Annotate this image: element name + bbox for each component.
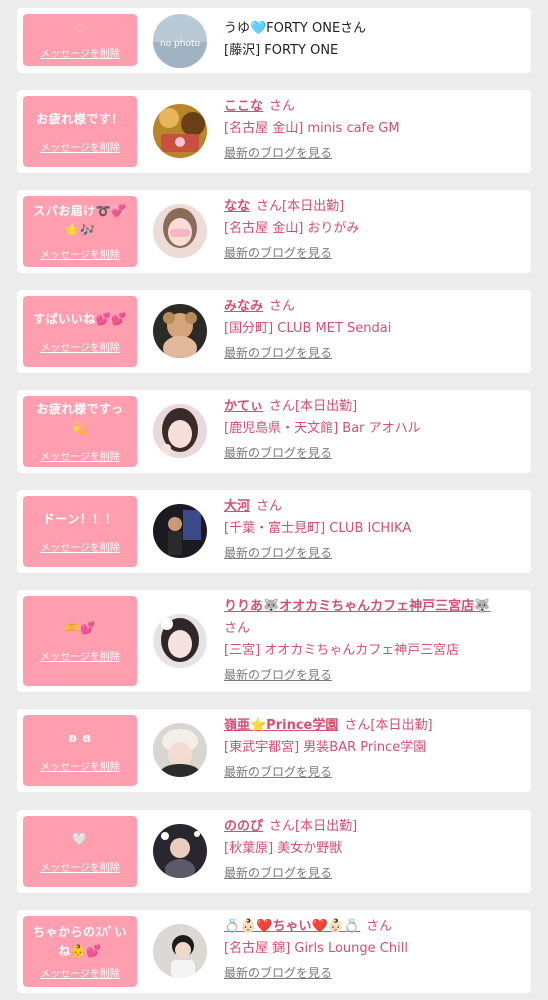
- shop-name: [名古屋 錦] Girls Lounge Chill: [224, 941, 408, 956]
- user-info: りりあ🐺オオカミちゃんカフェ神戸三宮店🐺 さん [三宮] オオカミちゃんカフェ神…: [224, 596, 523, 686]
- user-name[interactable]: 💍👶🏻❤️ちゃい❤️👶🏻💍: [224, 919, 360, 934]
- message-card: ちゃからのｽﾊﾟいね👶💕 メッセージを削除 💍👶🏻❤️ちゃい❤️👶🏻💍 さん [名…: [17, 910, 531, 993]
- user-name[interactable]: かてぃ: [224, 399, 263, 414]
- message-text: ドーン！！！: [42, 511, 118, 526]
- honorific: さん[本日出勤]: [269, 399, 358, 414]
- latest-blog-link[interactable]: 最新のブログを見る: [224, 962, 523, 984]
- delete-message-link[interactable]: メッセージを削除: [40, 539, 120, 554]
- user-info: 大河 さん [千葉・富士見町] CLUB ICHIKA 最新のブログを見る: [224, 496, 523, 564]
- message-text: 🤍: [72, 831, 88, 846]
- user-info: みなみ さん [国分町] CLUB MET Sendai 最新のブログを見る: [224, 296, 523, 364]
- message-card: 🫶💕 メッセージを削除 りりあ🐺オオカミちゃんカフェ神戸三宮店🐺 さん [三宮]…: [17, 590, 531, 692]
- message-text: お疲れ様ですっ💫: [36, 402, 124, 435]
- delete-message-link[interactable]: メッセージを削除: [40, 965, 120, 980]
- message-bubble: お疲れ様です！ メッセージを削除: [23, 96, 137, 167]
- avatar[interactable]: [153, 104, 207, 158]
- latest-blog-link[interactable]: 最新のブログを見る: [224, 542, 523, 564]
- message-bubble: スパお届け➰💞⭐🎶 メッセージを削除: [23, 196, 137, 267]
- delete-message-link[interactable]: メッセージを削除: [40, 139, 120, 154]
- avatar[interactable]: [153, 824, 207, 878]
- delete-message-link[interactable]: メッセージを削除: [40, 339, 120, 354]
- delete-message-link[interactable]: メッセージを削除: [40, 648, 120, 663]
- shop-name: [秋葉原] 美女か野獣: [224, 841, 343, 856]
- user-info: ののぴ さん[本日出勤] [秋葉原] 美女か野獣 最新のブログを見る: [224, 816, 523, 884]
- message-bubble: ʚ ɞ メッセージを削除: [23, 715, 137, 786]
- user-name[interactable]: みなみ: [224, 299, 263, 314]
- honorific: さん[本日出勤]: [269, 819, 358, 834]
- shop-name: [国分町] CLUB MET Sendai: [224, 321, 392, 336]
- message-card: お疲れ様ですっ💫 メッセージを削除 かてぃ さん[本日出勤] [鹿児島県・天文館]…: [17, 390, 531, 473]
- avatar[interactable]: [153, 614, 207, 668]
- shop-name: [藤沢] FORTY ONE: [224, 43, 339, 58]
- latest-blog-link[interactable]: 最新のブログを見る: [224, 761, 523, 783]
- avatar[interactable]: [153, 304, 207, 358]
- user-info: なな さん[本日出勤] [名古屋 金山] おりがみ 最新のブログを見る: [224, 196, 523, 264]
- latest-blog-link[interactable]: 最新のブログを見る: [224, 442, 523, 464]
- honorific: さん: [269, 299, 296, 314]
- user-name[interactable]: うゆ🩵FORTY ONEさん: [224, 21, 366, 36]
- shop-name: [名古屋 金山] おりがみ: [224, 221, 360, 236]
- delete-message-link[interactable]: メッセージを削除: [40, 758, 120, 773]
- message-text: ʚ ɞ: [68, 730, 92, 745]
- latest-blog-link[interactable]: 最新のブログを見る: [224, 342, 523, 364]
- honorific: さん: [366, 919, 393, 934]
- avatar[interactable]: [153, 204, 207, 258]
- honorific: さん: [269, 99, 296, 114]
- honorific: さん[本日出勤]: [344, 718, 433, 733]
- shop-name: [東武宇都宮] 男装BAR Prince学園: [224, 740, 427, 755]
- user-info: 💍👶🏻❤️ちゃい❤️👶🏻💍 さん [名古屋 錦] Girls Lounge Chi…: [224, 916, 523, 984]
- delete-message-link[interactable]: メッセージを削除: [40, 859, 120, 874]
- message-text: お疲れ様です！: [36, 111, 124, 126]
- message-bubble: 🫶💕 メッセージを削除: [23, 596, 137, 686]
- user-info: 嶺亜⭐Prince学園 さん[本日出勤] [東武宇都宮] 男装BAR Prince…: [224, 715, 523, 783]
- user-info: かてぃ さん[本日出勤] [鹿児島県・天文館] Bar アオハル 最新のブログを見…: [224, 396, 523, 464]
- message-card: スパお届け➰💞⭐🎶 メッセージを削除 なな さん[本日出勤] [名古屋 金山] お…: [17, 190, 531, 273]
- message-text: スパお届け➰💞⭐🎶: [33, 204, 127, 237]
- delete-message-link[interactable]: メッセージを削除: [40, 448, 120, 463]
- message-bubble: ドーン！！！ メッセージを削除: [23, 496, 137, 567]
- avatar[interactable]: [153, 723, 207, 777]
- user-name[interactable]: 大河: [224, 499, 250, 514]
- message-text: ちゃからのｽﾊﾟいね👶💕: [32, 925, 127, 958]
- message-bubble: お疲れ様ですっ💫 メッセージを削除: [23, 396, 137, 467]
- shop-name: [鹿児島県・天文館] Bar アオハル: [224, 421, 421, 436]
- user-info: ここな さん [名古屋 金山] minis cafe GM 最新のブログを見る: [224, 96, 523, 164]
- shop-name: [千葉・富士見町] CLUB ICHIKA: [224, 521, 412, 536]
- user-name[interactable]: ののぴ: [224, 819, 263, 834]
- user-name[interactable]: 嶺亜⭐Prince学園: [224, 718, 338, 733]
- avatar[interactable]: [153, 924, 207, 978]
- latest-blog-link[interactable]: 最新のブログを見る: [224, 664, 523, 686]
- message-card: ʚ ɞ メッセージを削除 嶺亜⭐Prince学園 さん[本日出勤] [東武宇都宮]…: [17, 709, 531, 792]
- honorific: さん[本日出勤]: [256, 199, 345, 214]
- avatar[interactable]: [153, 504, 207, 558]
- avatar[interactable]: [153, 404, 207, 458]
- user-name[interactable]: りりあ🐺オオカミちゃんカフェ神戸三宮店🐺: [224, 599, 490, 614]
- honorific: さん: [256, 499, 283, 514]
- avatar[interactable]: no photo: [153, 14, 207, 68]
- delete-message-link[interactable]: メッセージを削除: [40, 45, 120, 60]
- latest-blog-link[interactable]: 最新のブログを見る: [224, 862, 523, 884]
- user-info: うゆ🩵FORTY ONEさん [藤沢] FORTY ONE: [224, 18, 523, 62]
- delete-message-link[interactable]: メッセージを削除: [40, 246, 120, 261]
- message-text: すばいいね💕💕: [33, 311, 127, 326]
- message-text: ♡: [74, 22, 86, 36]
- message-bubble: すばいいね💕💕 メッセージを削除: [23, 296, 137, 367]
- honorific: さん: [224, 621, 251, 636]
- message-bubble: ♡ メッセージを削除: [23, 14, 137, 66]
- user-name[interactable]: なな: [224, 199, 250, 214]
- message-text: 🫶💕: [64, 621, 96, 635]
- message-card: ♡ メッセージを削除 no photo うゆ🩵FORTY ONEさん [藤沢] …: [17, 8, 531, 73]
- message-bubble: ちゃからのｽﾊﾟいね👶💕 メッセージを削除: [23, 916, 137, 987]
- latest-blog-link[interactable]: 最新のブログを見る: [224, 142, 523, 164]
- message-card: お疲れ様です！ メッセージを削除 ここな さん [名古屋 金山] minis ca…: [17, 90, 531, 173]
- message-card: 🤍 メッセージを削除 ののぴ さん[本日出勤] [秋葉原] 美女か野獣 最新のブロ…: [17, 810, 531, 893]
- user-name[interactable]: ここな: [224, 99, 263, 114]
- shop-name: [名古屋 金山] minis cafe GM: [224, 121, 400, 136]
- message-bubble: 🤍 メッセージを削除: [23, 816, 137, 887]
- shop-name: [三宮] オオカミちゃんカフェ神戸三宮店: [224, 643, 460, 658]
- svg-text:no photo: no photo: [160, 39, 201, 49]
- message-card: ドーン！！！ メッセージを削除 大河 さん [千葉・富士見町] CLUB ICHI…: [17, 490, 531, 573]
- latest-blog-link[interactable]: 最新のブログを見る: [224, 242, 523, 264]
- message-card: すばいいね💕💕 メッセージを削除 みなみ さん [国分町] CLUB MET Se…: [17, 290, 531, 373]
